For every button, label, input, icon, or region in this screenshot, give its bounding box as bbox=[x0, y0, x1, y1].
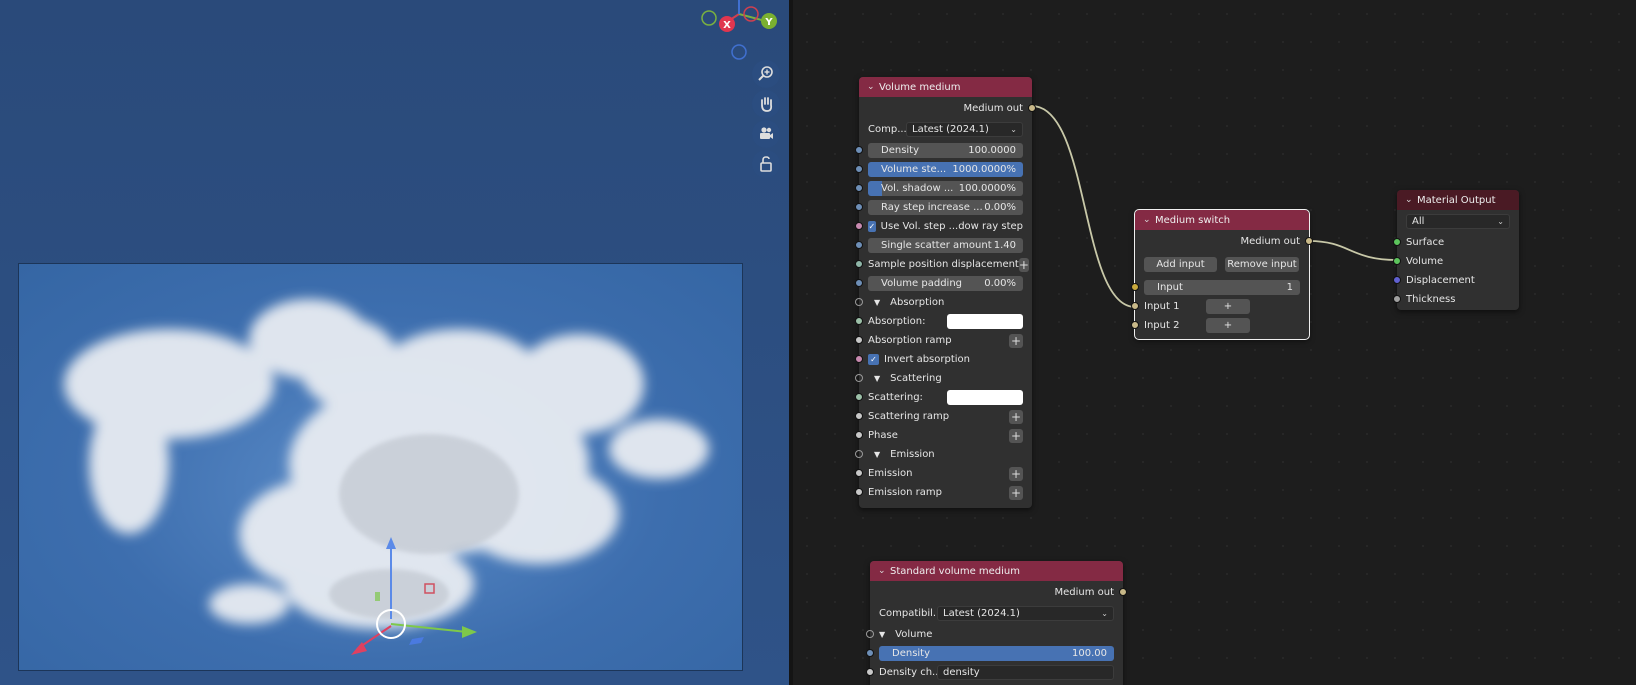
standard-volume-medium-node[interactable]: ⌄ Standard volume medium Medium out Compa… bbox=[866, 561, 1127, 685]
density-socket[interactable] bbox=[866, 649, 874, 657]
collapse-chevron-icon[interactable]: ⌄ bbox=[878, 566, 890, 576]
vol-padding-field[interactable]: Volume padding 0.00% bbox=[868, 276, 1023, 291]
displacement-socket[interactable] bbox=[1393, 276, 1401, 284]
input-index-socket[interactable] bbox=[1131, 283, 1139, 291]
node-header[interactable]: ⌄ Standard volume medium bbox=[870, 561, 1123, 581]
density-channel-input[interactable]: density bbox=[937, 665, 1114, 680]
node-header[interactable]: ⌄ Medium switch bbox=[1135, 210, 1309, 230]
chevron-down-icon: ⌄ bbox=[1010, 125, 1017, 134]
node-header[interactable]: ⌄ Material Output bbox=[1397, 190, 1519, 210]
volume-panel-header[interactable]: ▼ Volume bbox=[866, 625, 1123, 644]
remove-input-button[interactable]: Remove input bbox=[1225, 257, 1299, 272]
absorption-ramp-socket[interactable] bbox=[855, 336, 863, 344]
single-scatter-field[interactable]: Single scatter amount 1.40 bbox=[868, 238, 1023, 253]
absorption-color[interactable] bbox=[947, 314, 1023, 329]
scattering-ramp-socket[interactable] bbox=[855, 412, 863, 420]
camera-frame bbox=[18, 263, 743, 671]
sample-pos-socket[interactable] bbox=[855, 260, 863, 268]
material-output-node[interactable]: ⌄ Material Output All ⌄ Surface Volume Dis… bbox=[1393, 190, 1519, 310]
node-header[interactable]: ⌄ Volume medium bbox=[859, 77, 1032, 97]
invert-absorption-socket[interactable] bbox=[855, 355, 863, 363]
compat-select[interactable]: Latest (2024.1) ⌄ bbox=[937, 606, 1114, 621]
volume-socket[interactable] bbox=[1393, 257, 1401, 265]
ray-step-socket[interactable] bbox=[855, 203, 863, 211]
3d-viewport[interactable]: X Y bbox=[0, 0, 789, 685]
absorption-socket[interactable] bbox=[855, 317, 863, 325]
hand-pan-icon[interactable] bbox=[752, 90, 780, 118]
density-socket[interactable] bbox=[855, 146, 863, 154]
use-vol-step-socket[interactable] bbox=[855, 222, 863, 230]
add-input-button[interactable]: Add input bbox=[1144, 257, 1217, 272]
compat-label: Comp... bbox=[868, 124, 907, 135]
collapse-chevron-icon[interactable]: ⌄ bbox=[1143, 215, 1155, 225]
triangle-down-icon: ▼ bbox=[874, 374, 881, 383]
vol-step-field[interactable]: Volume ste... 1000.0000% bbox=[868, 162, 1023, 177]
add-icon[interactable]: + bbox=[1009, 409, 1023, 424]
medium-out-socket[interactable] bbox=[1119, 588, 1127, 596]
invert-absorption-checkbox[interactable]: ✓ bbox=[868, 354, 879, 365]
input1-add-button[interactable]: + bbox=[1206, 299, 1250, 314]
ray-step-field[interactable]: Ray step increase ... 0.00% bbox=[868, 200, 1023, 215]
medium-out-socket[interactable] bbox=[1305, 237, 1313, 245]
scattering-color[interactable] bbox=[947, 390, 1023, 405]
use-vol-step-checkbox[interactable]: ✓ bbox=[868, 221, 876, 232]
medium-out-label: Medium out bbox=[1240, 236, 1300, 247]
collapse-chevron-icon[interactable]: ⌄ bbox=[1405, 195, 1417, 205]
density-channel-socket[interactable] bbox=[866, 668, 874, 676]
chevron-down-icon: ⌄ bbox=[1497, 217, 1504, 226]
vol-shadow-socket[interactable] bbox=[855, 184, 863, 192]
add-icon[interactable]: + bbox=[1018, 257, 1029, 272]
medium-switch-node[interactable]: ⌄ Medium switch Medium out Add input Remov… bbox=[1131, 209, 1313, 340]
input-index-field[interactable]: Input 1 bbox=[1144, 280, 1300, 295]
add-icon[interactable]: + bbox=[1009, 333, 1023, 348]
vol-shadow-field[interactable]: Vol. shadow ... 100.0000% bbox=[868, 181, 1023, 196]
vol-padding-socket[interactable] bbox=[855, 279, 863, 287]
compat-select[interactable]: Latest (2024.1) ⌄ bbox=[906, 122, 1023, 137]
vol-step-socket[interactable] bbox=[855, 165, 863, 173]
add-icon[interactable]: + bbox=[1009, 485, 1023, 500]
phase-socket[interactable] bbox=[855, 431, 863, 439]
emission-panel-header[interactable]: ▼ Emission bbox=[855, 445, 1032, 464]
scattering-socket[interactable] bbox=[855, 393, 863, 401]
input2-add-button[interactable]: + bbox=[1206, 318, 1250, 333]
medium-out-socket[interactable] bbox=[1028, 104, 1036, 112]
svg-text:Y: Y bbox=[764, 17, 773, 28]
svg-text:X: X bbox=[723, 20, 731, 31]
emission-socket[interactable] bbox=[855, 469, 863, 477]
absorption-panel-header[interactable]: ▼ Absorption bbox=[855, 293, 1032, 312]
thickness-socket[interactable] bbox=[1393, 295, 1401, 303]
lock-icon[interactable] bbox=[752, 150, 780, 178]
density-field[interactable]: Density 100.0000 bbox=[868, 143, 1023, 158]
surface-socket[interactable] bbox=[1393, 238, 1401, 246]
input2-socket[interactable] bbox=[1131, 321, 1139, 329]
scattering-panel-header[interactable]: ▼ Scattering bbox=[855, 369, 1032, 388]
add-icon[interactable]: + bbox=[1009, 466, 1023, 481]
camera-icon[interactable] bbox=[752, 120, 780, 148]
density-field[interactable]: Density 100.00 bbox=[879, 646, 1114, 661]
single-scatter-socket[interactable] bbox=[855, 241, 863, 249]
input1-socket[interactable] bbox=[1131, 302, 1139, 310]
triangle-down-icon: ▼ bbox=[874, 298, 881, 307]
target-select[interactable]: All ⌄ bbox=[1406, 214, 1510, 229]
emission-ramp-socket[interactable] bbox=[855, 488, 863, 496]
navigation-gizmo[interactable]: X Y bbox=[695, 0, 785, 60]
medium-out-label: Medium out bbox=[1054, 587, 1114, 598]
chevron-down-icon: ⌄ bbox=[1101, 609, 1108, 618]
triangle-down-icon: ▼ bbox=[874, 450, 881, 459]
volume-medium-node[interactable]: ⌄ Volume medium Medium out Comp... Latest… bbox=[855, 77, 1036, 508]
add-icon[interactable]: + bbox=[1009, 428, 1023, 443]
triangle-down-icon: ▼ bbox=[879, 630, 886, 639]
zoom-icon[interactable] bbox=[752, 60, 780, 88]
medium-out-label: Medium out bbox=[963, 103, 1023, 114]
cloud-render bbox=[64, 299, 709, 655]
collapse-chevron-icon[interactable]: ⌄ bbox=[867, 82, 879, 92]
